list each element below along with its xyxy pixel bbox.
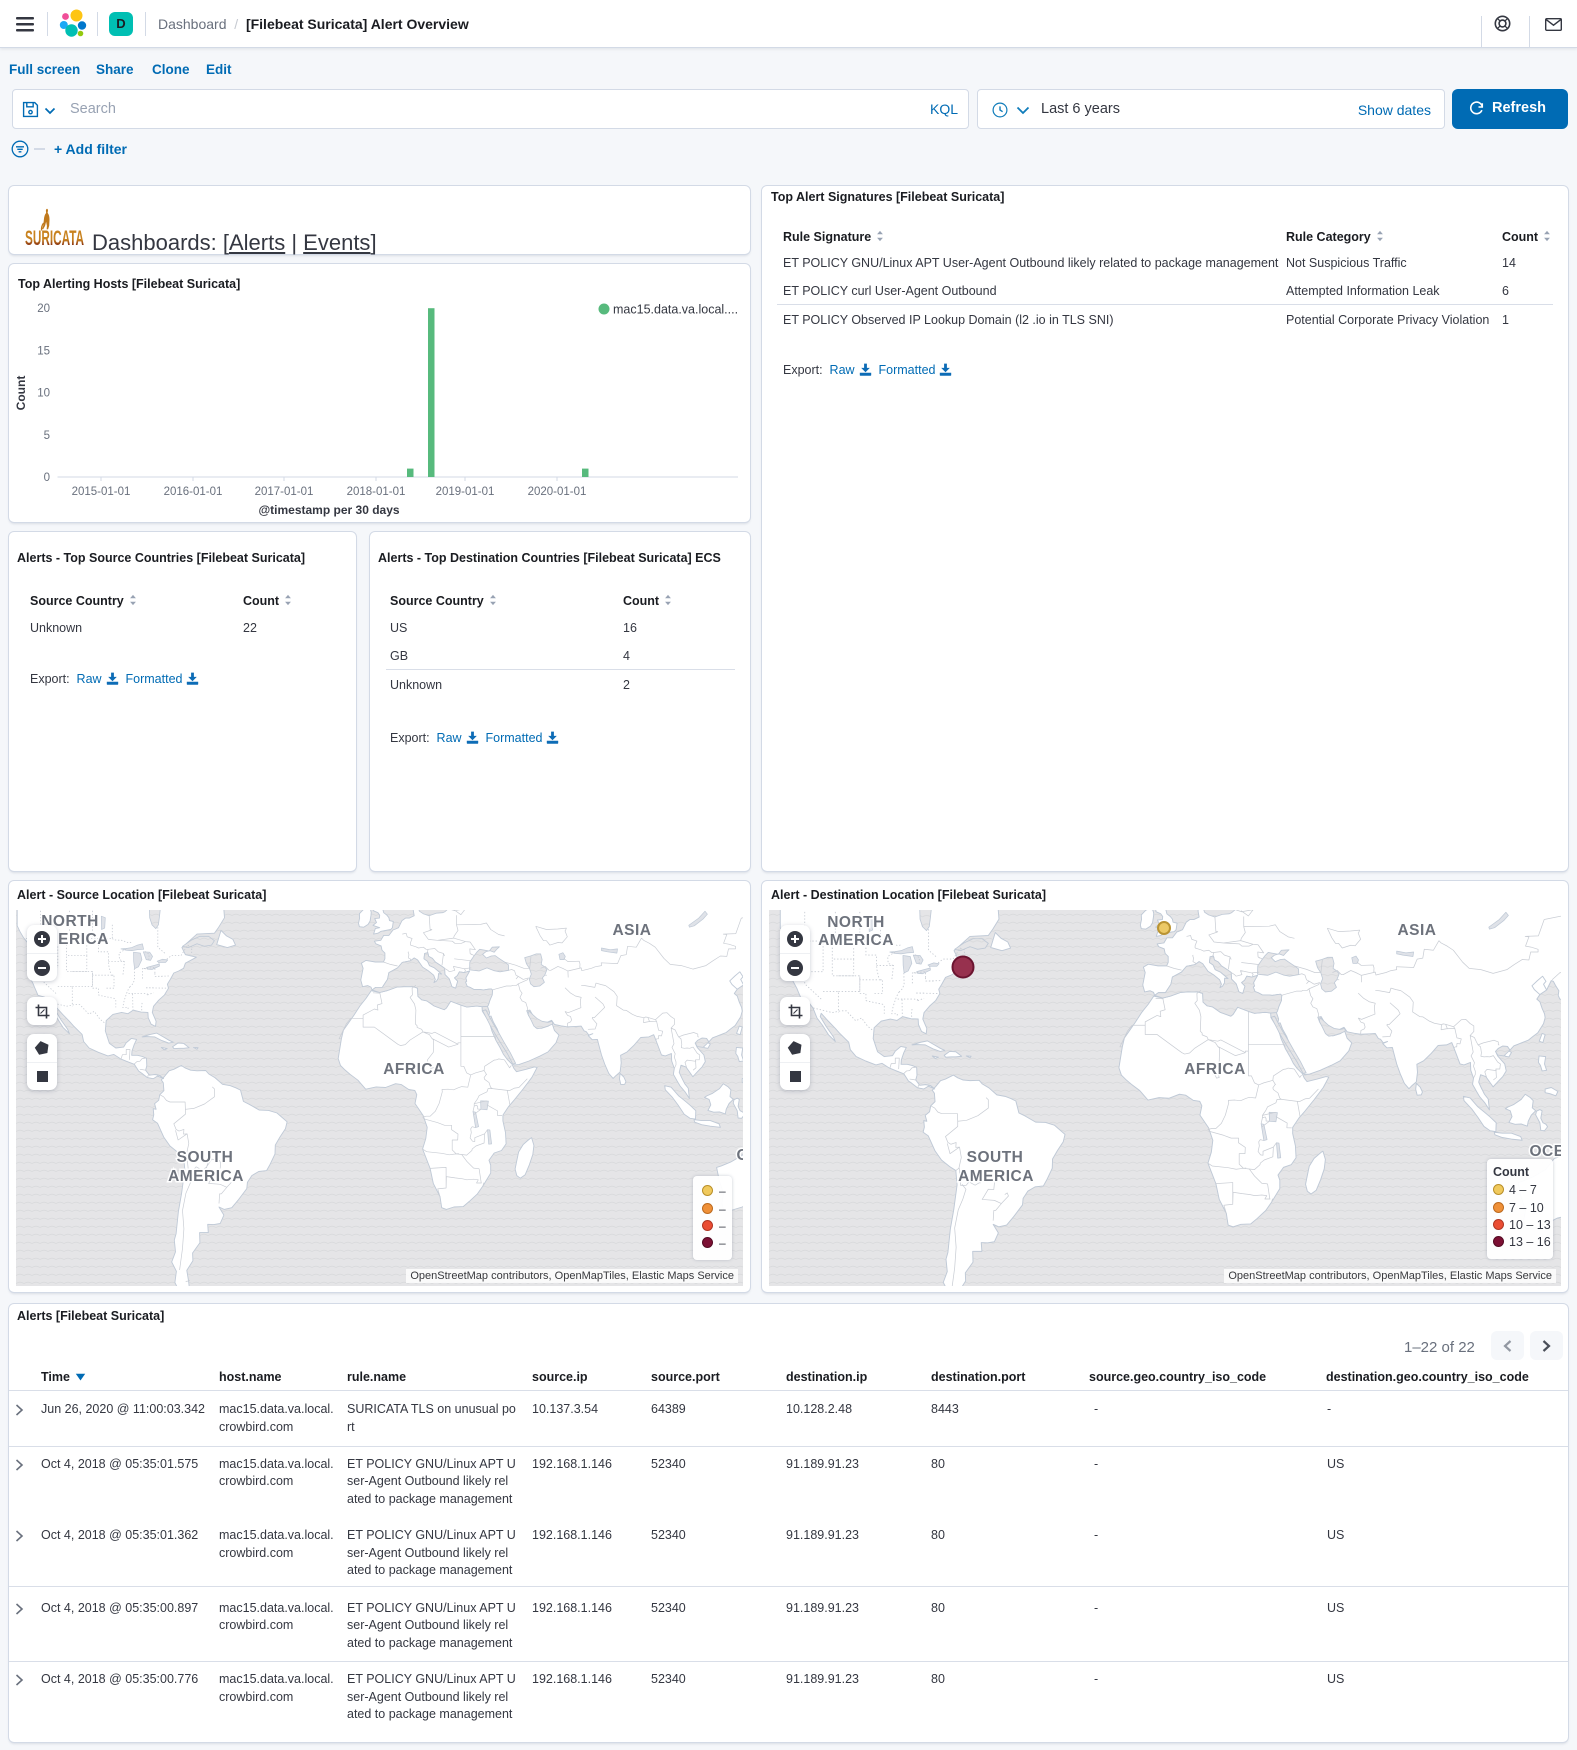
svg-text:10: 10 (37, 388, 50, 400)
svg-text:SOUTH: SOUTH (177, 1149, 234, 1166)
svg-text:2017-01-01: 2017-01-01 (255, 486, 314, 498)
svg-text:SURICATA: SURICATA (25, 227, 84, 247)
svg-text:AMERICA: AMERICA (958, 1168, 1034, 1185)
svg-text:15: 15 (37, 345, 50, 357)
svg-text:0: 0 (44, 472, 50, 484)
svg-text:AMERICA: AMERICA (818, 932, 894, 949)
svg-text:2020-01-01: 2020-01-01 (528, 486, 587, 498)
svg-text:AFRICA: AFRICA (1184, 1061, 1246, 1078)
svg-text:2018-01-01: 2018-01-01 (347, 486, 406, 498)
svg-text:2019-01-01: 2019-01-01 (436, 486, 495, 498)
svg-text:SOUTH: SOUTH (967, 1149, 1024, 1166)
svg-text:OCEANIA: OCEANIA (1530, 1143, 1561, 1160)
svg-text:AFRICA: AFRICA (383, 1061, 445, 1078)
svg-text:NORTH: NORTH (827, 914, 885, 931)
svg-text:AMERICA: AMERICA (168, 1168, 244, 1185)
svg-text:2016-01-01: 2016-01-01 (164, 486, 223, 498)
svg-text:OCEANIA: OCEANIA (737, 1147, 743, 1164)
svg-text:mac15.data.va.local....: mac15.data.va.local.... (613, 303, 738, 317)
svg-text:Count: Count (14, 376, 28, 411)
svg-text:5: 5 (44, 430, 50, 442)
svg-text:ASIA: ASIA (612, 922, 651, 939)
svg-text:2015-01-01: 2015-01-01 (72, 486, 131, 498)
svg-text:@timestamp per 30 days: @timestamp per 30 days (258, 503, 399, 517)
svg-text:20: 20 (37, 303, 50, 315)
svg-text:ASIA: ASIA (1397, 922, 1436, 939)
